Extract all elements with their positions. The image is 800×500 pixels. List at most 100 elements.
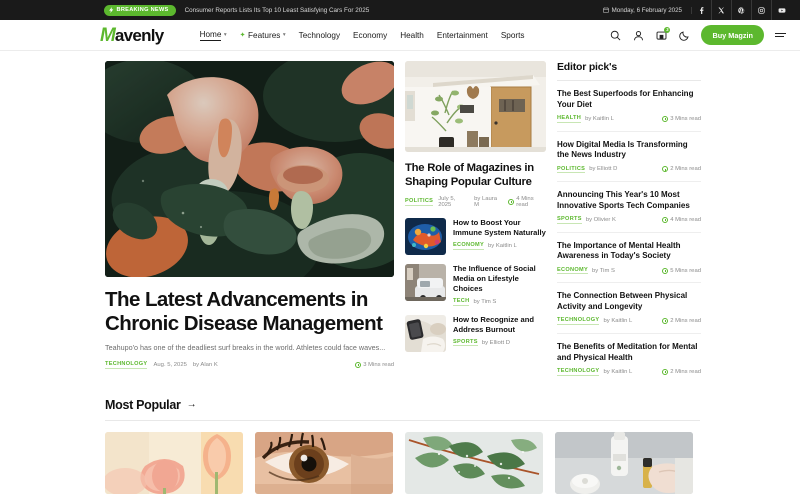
list-item-category[interactable]: TECH [453,298,470,306]
user-account-icon[interactable] [632,29,644,41]
secondary-feature-title[interactable]: The Role of Magazines in Shaping Popular… [405,161,546,189]
nav-item-entertainment-label: Entertainment [436,30,488,40]
secondary-feature-image [405,61,546,152]
search-icon[interactable] [609,29,621,41]
secondary-feature-category[interactable]: POLITICS [405,198,434,206]
instagram-icon[interactable] [752,0,772,20]
buy-magzin-button[interactable]: Buy Magzin [701,25,764,45]
most-popular-card[interactable] [555,431,693,494]
sidebar-item-meta: TECHNOLOGY by Kaitlin L 2 Mins read [557,317,701,325]
hero-category-badge[interactable]: TECHNOLOGY [105,361,148,369]
sidebar-item-title[interactable]: The Benefits of Meditation for Mental an… [557,342,701,363]
sidebar-item-category[interactable]: POLITICS [557,166,586,174]
list-item-title[interactable]: How to Boost Your Immune System Naturall… [453,218,546,238]
sidebar-item-title[interactable]: How Digital Media Is Transforming the Ne… [557,140,701,161]
breaking-news-headline[interactable]: Consumer Reports Lists Its Top 10 Least … [185,7,370,14]
clock-icon [661,318,668,325]
facebook-icon[interactable] [692,0,712,20]
nav-item-entertainment[interactable]: Entertainment [437,31,488,40]
calendar-icon [602,7,609,13]
hamburger-menu-icon[interactable] [775,32,786,38]
clock-icon [661,267,668,274]
site-logo[interactable]: M avenly [100,26,164,45]
list-item-title[interactable]: The Influence of Social Media on Lifesty… [453,264,546,294]
chevron-down-icon: ▾ [282,32,286,38]
sidebar-item-read-time: 4 Mins read [661,217,701,224]
clock-icon [661,166,668,173]
secondary-feature-article[interactable]: The Role of Magazines in Shaping Popular… [405,61,546,208]
list-item[interactable]: How to Recognize and Address Burnout SPO… [405,314,546,352]
clock-icon [661,217,668,224]
list-item[interactable]: The Influence of Social Media on Lifesty… [405,264,546,306]
list-item-thumbnail [405,218,446,256]
sidebar-item-read-time: 2 Mins read [661,368,701,375]
dark-mode-moon-icon[interactable] [678,29,690,41]
sidebar-item-author: by Kaitlin L [603,318,633,325]
cart-badge: 3 [664,26,671,33]
bookmark-cart-icon[interactable]: 3 [655,26,671,41]
nav-item-sports[interactable]: Sports [501,31,525,40]
date-text: Monday, 6 February 2025 [611,6,682,14]
sidebar-item-author: by Olivier K [585,217,616,224]
sidebar-item-read-time-label: 2 Mins read [670,318,701,325]
youtube-icon[interactable] [772,0,792,20]
top-bar: BREAKING NEWS Consumer Reports Lists Its… [0,0,800,20]
arrow-right-icon[interactable]: → [187,399,197,410]
sidebar-item-0[interactable]: The Best Superfoods for Enhancing Your D… [557,81,701,132]
nav-item-home-label: Home [199,29,222,41]
list-item-category[interactable]: SPORTS [453,339,478,347]
nav-actions: 3 Buy Magzin [609,25,786,45]
most-popular-card[interactable] [405,431,543,494]
secondary-feature-meta: POLITICS July 5, 2025 by Laura M 4 Mins … [405,196,546,208]
hero-author: by Alan K [192,362,218,369]
most-popular-card[interactable] [105,431,243,494]
sidebar-item-1[interactable]: How Digital Media Is Transforming the Ne… [557,132,701,183]
clock-icon [507,199,514,206]
list-item-author: by Tim S [473,299,497,306]
sidebar-item-category[interactable]: SPORTS [557,216,582,224]
sidebar-item-author: by Kaitlin L [603,368,633,375]
secondary-feature-author: by Laura M [474,196,498,209]
most-popular-card[interactable] [255,431,393,494]
main-navigation: M avenly Home ▾ ✦ Features ▾ Technology … [0,20,800,51]
sidebar-item-title[interactable]: The Best Superfoods for Enhancing Your D… [557,89,701,110]
list-item-body: How to Boost Your Immune System Naturall… [453,218,546,255]
sidebar-item-title[interactable]: Announcing This Year's 10 Most Innovativ… [557,190,701,211]
pinterest-icon[interactable] [732,0,752,20]
nav-item-technology-label: Technology [298,30,341,40]
sidebar-item-title[interactable]: The Connection Between Physical Activity… [557,291,701,312]
nav-item-technology[interactable]: Technology [299,31,340,40]
clock-icon [354,362,361,369]
nav-item-health[interactable]: Health [400,31,424,40]
sidebar-item-title[interactable]: The Importance of Mental Health Awarenes… [557,241,701,262]
hero-title[interactable]: The Latest Advancements in Chronic Disea… [105,288,394,336]
top-bar-right: Monday, 6 February 2025 [602,0,792,20]
secondary-feature-read-time: 4 Mins read [507,196,546,208]
sidebar-item-author: by Kaitlin L [585,115,614,122]
sidebar-item-category[interactable]: HEALTH [557,115,582,123]
list-item-author: by Elliott D [481,339,510,346]
main-content: The Latest Advancements in Chronic Disea… [0,51,800,384]
sidebar-item-meta: SPORTS by Olivier K 4 Mins read [557,216,701,224]
editor-picks-heading: Editor pick's [557,61,701,81]
nav-links: Home ▾ ✦ Features ▾ Technology Economy H… [199,29,525,41]
sidebar-item-5[interactable]: The Benefits of Meditation for Mental an… [557,334,701,384]
sidebar-item-4[interactable]: The Connection Between Physical Activity… [557,283,701,334]
nav-item-home[interactable]: Home ▾ [199,29,227,41]
sidebar-item-3[interactable]: The Importance of Mental Health Awarenes… [557,233,701,284]
list-item-body: The Influence of Social Media on Lifesty… [453,264,546,306]
list-item-title[interactable]: How to Recognize and Address Burnout [453,315,546,335]
list-item[interactable]: How to Boost Your Immune System Naturall… [405,218,546,256]
list-item-category[interactable]: ECONOMY [453,242,485,250]
most-popular-header[interactable]: Most Popular → [105,398,700,421]
x-icon[interactable] [712,0,732,20]
nav-item-features[interactable]: ✦ Features ▾ [240,31,286,40]
sidebar-item-2[interactable]: Announcing This Year's 10 Most Innovativ… [557,182,701,233]
sidebar-item-category[interactable]: ECONOMY [557,267,589,275]
breaking-news-pill[interactable]: BREAKING NEWS [104,4,176,16]
hero-image [105,61,394,277]
nav-item-economy[interactable]: Economy [353,31,387,40]
sidebar-item-category[interactable]: TECHNOLOGY [557,317,600,325]
hero-article[interactable]: The Latest Advancements in Chronic Disea… [105,61,394,384]
sidebar-item-category[interactable]: TECHNOLOGY [557,368,600,376]
